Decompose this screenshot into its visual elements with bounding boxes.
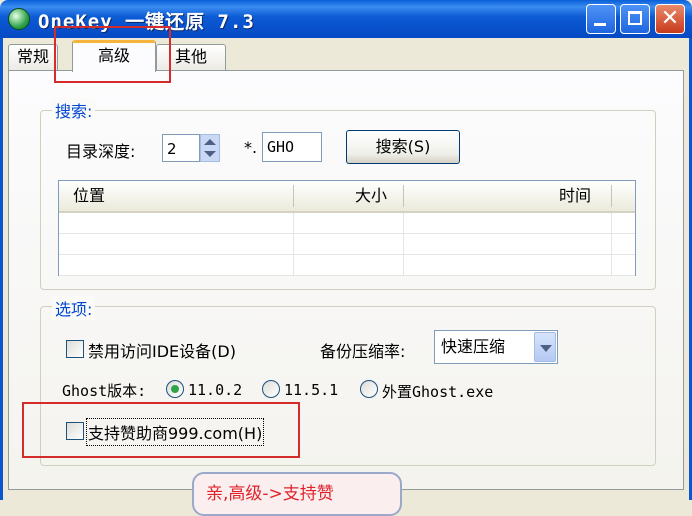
column-divider[interactable] — [611, 185, 612, 207]
app-icon — [8, 8, 30, 30]
maximize-button[interactable] — [620, 4, 650, 34]
search-button[interactable]: 搜索(S) — [346, 130, 460, 164]
close-icon: ✕ — [660, 6, 680, 31]
highlight-box-sponsor — [22, 402, 300, 458]
depth-spinner[interactable] — [200, 134, 220, 162]
column-time[interactable]: 时间 — [559, 181, 591, 211]
maximize-icon — [628, 11, 642, 25]
search-group-label: 搜索: — [52, 98, 96, 122]
tab-general[interactable]: 常规 — [8, 44, 58, 70]
list-row[interactable] — [59, 255, 635, 276]
grid-line — [403, 213, 404, 275]
ghost-version-label-external[interactable]: 外置Ghost.exe — [382, 381, 493, 402]
chevron-down-icon — [540, 345, 552, 352]
annotation-callout: 亲,高级->支持赞 — [192, 472, 402, 516]
ghost-version-label: Ghost版本: — [62, 382, 147, 400]
tab-advanced[interactable]: 高级 — [72, 40, 156, 72]
disable-ide-label[interactable]: 禁用访问IDE设备(D) — [88, 338, 236, 362]
column-divider[interactable] — [403, 185, 404, 207]
depth-input[interactable]: 2 — [162, 134, 200, 162]
disable-ide-checkbox[interactable] — [66, 340, 84, 358]
list-row[interactable] — [59, 213, 635, 234]
dropdown-button[interactable] — [534, 332, 556, 362]
ghost-version-label-1102[interactable]: 11.0.2 — [188, 381, 242, 399]
minimize-icon — [594, 23, 606, 26]
ghost-version-radio-external[interactable] — [360, 380, 378, 398]
column-location[interactable]: 位置 — [73, 181, 105, 211]
compression-label: 备份压缩率: — [320, 342, 406, 361]
radio-selected-dot — [171, 385, 179, 393]
spin-up-icon — [204, 139, 216, 145]
column-size[interactable]: 大小 — [355, 181, 387, 211]
depth-label: 目录深度: — [66, 142, 136, 161]
ghost-version-radio-1102[interactable] — [166, 380, 184, 398]
spin-down-icon — [204, 151, 216, 157]
minimize-button[interactable] — [586, 4, 616, 34]
results-list[interactable]: 位置 大小 时间 — [58, 180, 636, 276]
close-button[interactable]: ✕ — [655, 4, 685, 34]
list-header: 位置 大小 时间 — [59, 181, 635, 213]
pattern-prefix: *. — [244, 138, 258, 157]
list-row[interactable] — [59, 234, 635, 255]
file-extension-input[interactable]: GHO — [262, 132, 322, 162]
column-divider[interactable] — [293, 185, 294, 207]
grid-line — [611, 213, 612, 275]
ghost-version-label-1151[interactable]: 11.5.1 — [284, 381, 338, 399]
grid-line — [293, 213, 294, 275]
options-group-label: 选项: — [52, 296, 96, 320]
compression-select[interactable]: 快速压缩 — [434, 330, 558, 364]
ghost-version-radio-1151[interactable] — [262, 380, 280, 398]
compression-value: 快速压缩 — [441, 337, 506, 356]
